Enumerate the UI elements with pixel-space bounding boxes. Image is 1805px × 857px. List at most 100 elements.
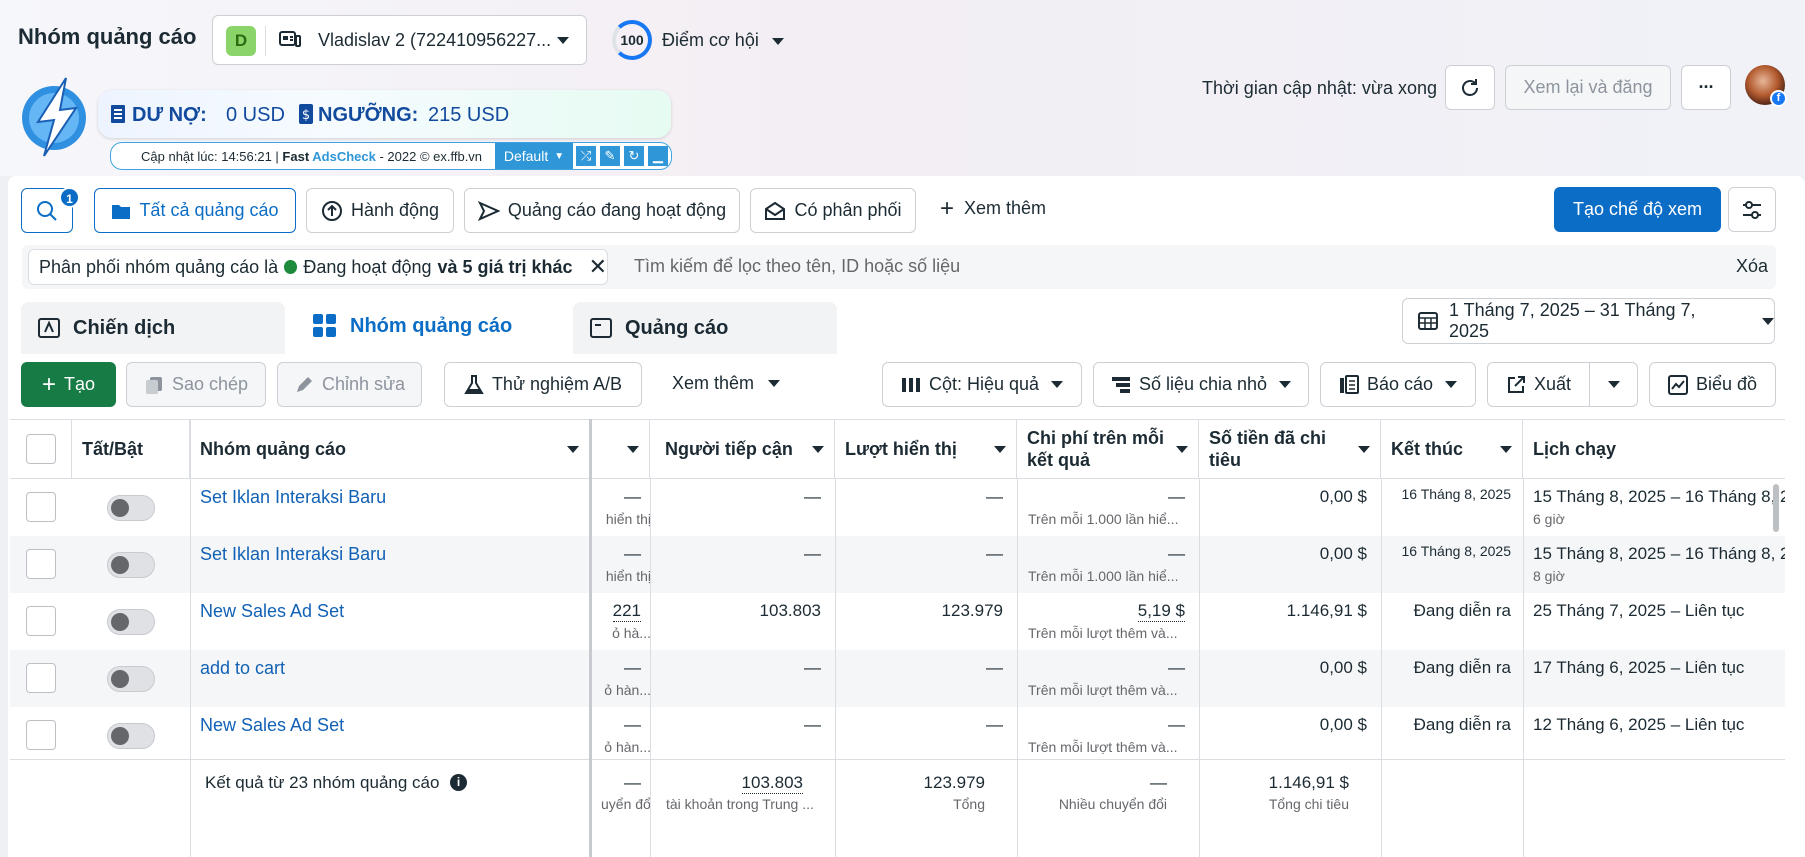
frozen-column-divider[interactable] (589, 419, 592, 857)
header-schedule[interactable]: Lịch chạy (1523, 420, 1785, 478)
header-ends[interactable]: Kết thúc (1381, 420, 1523, 478)
campaign-icon (38, 318, 60, 338)
facebook-icon: f (1770, 90, 1787, 107)
row-checkbox[interactable] (26, 606, 56, 636)
clear-filter-button[interactable]: Xóa (1736, 256, 1768, 277)
chevron-down-icon (812, 445, 824, 453)
view-settings-button[interactable] (1728, 187, 1776, 232)
header-toggle[interactable]: Tất/Bật (72, 420, 190, 478)
folder-icon (112, 204, 131, 219)
export-button[interactable]: Xuất (1487, 362, 1590, 407)
cost-per-result-sub: Trên mỗi lượt thêm và... (1028, 682, 1178, 698)
table-row[interactable]: add to cart — ỏ hàn... — — — Trên mỗi lượt thê… (10, 650, 1785, 707)
row-checkbox[interactable] (26, 720, 56, 750)
view-active-ads[interactable]: Quảng cáo đang hoạt động (464, 188, 740, 233)
close-icon[interactable]: ✕ (589, 254, 607, 280)
header-impressions[interactable]: Lượt hiển thị (835, 420, 1017, 478)
amount-spent-value: 0,00 $ (1319, 715, 1367, 734)
svg-text:$: $ (302, 108, 310, 123)
delivery-toggle[interactable] (107, 723, 155, 749)
refresh-button[interactable] (1445, 65, 1495, 110)
header-cost-per-result[interactable]: Chi phí trên mỗi kết quả (1017, 420, 1199, 478)
table-row[interactable]: New Sales Ad Set — ỏ hàn... — — — Trên mỗi lượ… (10, 707, 1785, 764)
results-value: — (624, 658, 641, 677)
debt-value: 0 USD (226, 104, 285, 126)
columns-button[interactable]: Cột: Hiệu quả (882, 362, 1082, 407)
header-amount-spent[interactable]: Số tiền đã chi tiêu (1199, 420, 1381, 478)
preset-select[interactable]: Default ▼ (495, 143, 573, 169)
filter-chip[interactable]: Phân phối nhóm quảng cáo là Đang hoạt độ… (28, 249, 608, 285)
schedule-value: 25 Tháng 7, 2025 – Liên tục (1533, 601, 1745, 620)
reach-value: 103.803 (759, 601, 821, 620)
view-more-button[interactable]: + Xem thêm (940, 196, 1046, 220)
delivery-toggle[interactable] (107, 552, 155, 578)
export-dropdown-button[interactable] (1589, 362, 1638, 407)
ad-set-name-link[interactable]: Set Iklan Interaksi Baru (200, 487, 386, 508)
header-ad-set-name[interactable]: Nhóm quảng cáo (190, 420, 590, 478)
info-icon[interactable]: i (450, 774, 467, 791)
impressions-value: — (986, 544, 1003, 563)
chevron-down-icon (1051, 381, 1064, 388)
view-all-ads[interactable]: Tất cả quảng cáo (94, 188, 296, 233)
reach-value: — (804, 487, 821, 506)
create-view-button[interactable]: Tạo chế độ xem (1554, 187, 1721, 232)
table-row[interactable]: Set Iklan Interaksi Baru — hiển thị — — — Trên… (10, 479, 1785, 536)
ab-test-button[interactable]: Thử nghiệm A/B (444, 362, 642, 407)
edit-button[interactable]: Chỉnh sửa (277, 362, 422, 407)
header-results[interactable] (590, 420, 650, 478)
chevron-down-icon (1445, 381, 1458, 388)
view-delivering[interactable]: Có phân phối (750, 188, 916, 233)
ad-set-name-link[interactable]: Set Iklan Interaksi Baru (200, 544, 386, 565)
opportunity-score[interactable]: 100 (612, 20, 652, 60)
row-checkbox[interactable] (26, 663, 56, 693)
tab-campaigns[interactable]: Chiến dịch (21, 302, 285, 354)
amount-spent-value: 1.146,91 $ (1286, 601, 1367, 620)
table-row[interactable]: Set Iklan Interaksi Baru — hiển thị — — — Trên… (10, 536, 1785, 593)
delivery-toggle[interactable] (107, 666, 155, 692)
update-time: Thời gian cập nhật: vừa xong (1202, 78, 1437, 98)
row-checkbox[interactable] (26, 492, 56, 522)
account-selector[interactable]: D Vladislav 2 (722410956227... (212, 15, 587, 65)
table-row[interactable]: New Sales Ad Set 221 ỏ hà... 103.803 123.979… (10, 593, 1785, 650)
chevron-down-icon (768, 380, 781, 387)
ad-set-name-link[interactable]: New Sales Ad Set (200, 601, 344, 622)
ad-set-name-link[interactable]: New Sales Ad Set (200, 715, 344, 736)
edit-icon[interactable]: ✎ (599, 145, 621, 167)
summary-reach: 103.803 (741, 773, 803, 794)
ad-set-name-link[interactable]: add to cart (200, 658, 285, 679)
minimize-icon[interactable]: ▁ (647, 145, 669, 167)
review-publish-button[interactable]: Xem lại và đăng (1505, 65, 1671, 110)
create-button[interactable]: + Tạo (21, 362, 116, 407)
duplicate-button[interactable]: Sao chép (126, 362, 266, 407)
row-checkbox[interactable] (26, 549, 56, 579)
divider (265, 26, 266, 56)
date-range-picker[interactable]: 1 Tháng 7, 2025 – 31 Tháng 7, 2025 (1402, 298, 1775, 344)
view-actions[interactable]: Hành động (306, 188, 454, 233)
page-title: Nhóm quảng cáo (18, 24, 197, 49)
schedule-value: 17 Tháng 6, 2025 – Liên tục (1533, 658, 1745, 677)
breakdown-button[interactable]: Số liệu chia nhỏ (1093, 362, 1309, 407)
opportunity-label[interactable]: Điểm cơ hội (662, 30, 784, 51)
more-options-button[interactable]: ··· (1681, 65, 1731, 110)
select-all-checkbox[interactable] (26, 434, 56, 464)
column-divider (1017, 478, 1018, 857)
external-link-icon (1507, 375, 1525, 393)
delivery-toggle[interactable] (107, 495, 155, 521)
column-divider (1381, 478, 1382, 857)
summary-spent-sub: Tổng chi tiêu (1268, 796, 1349, 812)
tab-ad-sets[interactable]: Nhóm quảng cáo (296, 298, 562, 354)
results-value: — (624, 715, 641, 734)
sync-icon[interactable]: ↻ (623, 145, 645, 167)
tab-ads[interactable]: Quảng cáo (573, 302, 837, 354)
impressions-value: 123.979 (941, 601, 1003, 620)
shuffle-icon[interactable]: ⤮ (575, 145, 597, 167)
delivery-toggle[interactable] (107, 609, 155, 635)
header-select-all[interactable] (10, 420, 72, 478)
filter-search-input[interactable]: Tìm kiếm để lọc theo tên, ID hoặc số liệ… (634, 256, 960, 277)
toolbar-more-button[interactable]: Xem thêm (672, 373, 781, 394)
schedule-sub: 8 giờ (1533, 568, 1565, 584)
header-reach[interactable]: Người tiếp cận (655, 420, 835, 478)
reports-button[interactable]: Báo cáo (1320, 362, 1476, 407)
scrollbar-thumb[interactable] (1773, 484, 1779, 532)
charts-button[interactable]: Biểu đồ (1649, 362, 1776, 407)
